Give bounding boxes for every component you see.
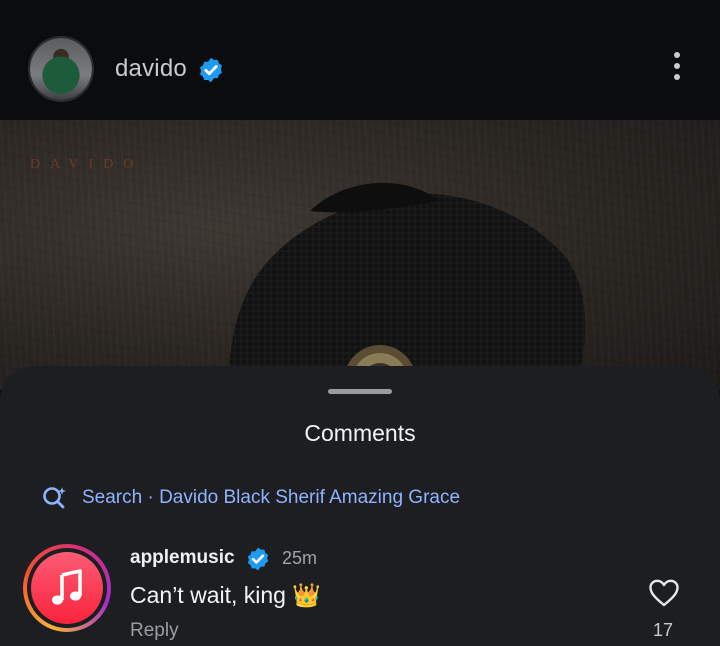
comment-item: applemusic 25m Can’t wait, king 👑 Reply …	[0, 542, 720, 646]
commenter-avatar[interactable]	[23, 544, 111, 632]
more-options-icon[interactable]	[670, 52, 684, 86]
hooded-figure-graphic	[229, 182, 586, 390]
album-brand-text: DAVIDO	[30, 157, 144, 172]
search-suggestion-text[interactable]: Search · Davido Black Sherif Amazing Gra…	[82, 487, 460, 509]
post-image[interactable]: DAVIDO	[0, 120, 720, 390]
music-note-icon	[52, 569, 82, 605]
like-count: 17	[652, 620, 674, 640]
search-sparkle-icon	[43, 487, 66, 509]
comment-username[interactable]: applemusic	[130, 547, 235, 569]
profile-avatar[interactable]	[28, 36, 94, 102]
comment-text: Can’t wait, king 👑	[130, 582, 321, 608]
verified-badge-icon	[247, 547, 269, 571]
comments-sheet: Comments Search · Davido Black Sherif Am…	[0, 366, 720, 646]
sheet-drag-handle[interactable]	[328, 389, 392, 394]
verified-badge-icon	[200, 57, 222, 83]
post-header: davido	[0, 0, 720, 120]
comments-title: Comments	[304, 420, 416, 446]
comment-timestamp: 25m	[282, 548, 318, 568]
heart-icon[interactable]	[648, 578, 680, 608]
comment-search-suggestion[interactable]: Search · Davido Black Sherif Amazing Gra…	[40, 484, 460, 512]
reply-button[interactable]: Reply	[130, 620, 179, 642]
post-username[interactable]: davido	[115, 55, 187, 83]
